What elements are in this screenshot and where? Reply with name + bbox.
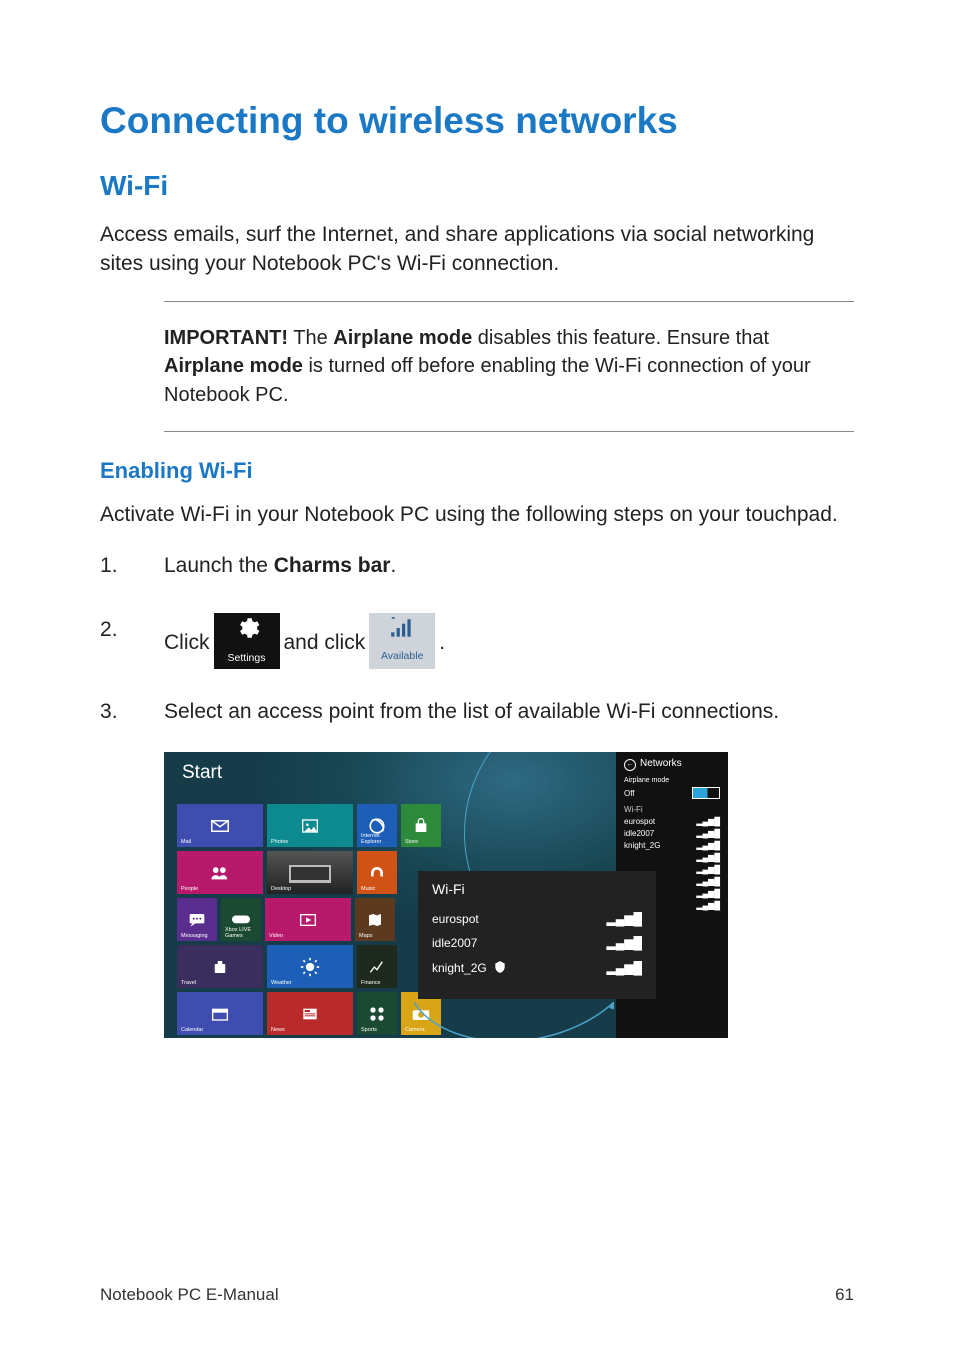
intro-paragraph: Access emails, surf the Internet, and sh… [100, 220, 854, 279]
tile-music[interactable]: Music [357, 851, 397, 894]
network-item[interactable]: eurospot▂▄▆█ [624, 817, 720, 826]
callout-leader [414, 1002, 614, 1038]
tile-photos[interactable]: Photos [267, 804, 353, 847]
tile-calendar[interactable]: Calendar [177, 992, 263, 1035]
signal-icon: ▂▄▆█ [696, 901, 720, 910]
important-bold-2: Airplane mode [164, 355, 303, 377]
step-1-bold: Charms bar [274, 554, 391, 577]
signal-icon: ▂▄▆█ [607, 912, 642, 926]
networks-panel-section: Wi-Fi [624, 805, 720, 814]
tile-sports[interactable]: Sports [357, 992, 397, 1035]
footer-doc-title: Notebook PC E-Manual [100, 1285, 279, 1305]
tile-messaging[interactable]: Messaging [177, 898, 217, 941]
signal-icon: ▂▄▆█ [696, 817, 720, 826]
wifi-network-item[interactable]: eurospot ▂▄▆█ [432, 907, 642, 931]
wifi-network-item[interactable]: knight_2G ▂▄▆█ [432, 955, 642, 980]
step-3: Select an access point from the list of … [100, 697, 854, 726]
wifi-network-item[interactable]: idle2007 ▂▄▆█ [432, 931, 642, 955]
section-title-enabling: Enabling Wi-Fi [100, 458, 854, 484]
secured-icon [493, 960, 507, 974]
step-1-pre: Launch the [164, 554, 274, 577]
signal-icon: ▂▄▆█ [607, 936, 642, 950]
airplane-mode-state: Off [624, 789, 635, 798]
tile-travel[interactable]: Travel [177, 945, 263, 988]
signal-icon: ▂▄▆█ [696, 853, 720, 862]
page-title: Connecting to wireless networks [100, 100, 854, 142]
settings-charm-button[interactable]: Settings [214, 613, 280, 669]
step-2-mid: and click [284, 628, 366, 657]
tile-games[interactable]: Xbox LIVE Games [221, 898, 261, 941]
svg-text:*: * [391, 617, 396, 626]
tile-video[interactable]: Video [265, 898, 351, 941]
settings-charm-label: Settings [228, 651, 266, 666]
signal-icon: ▂▄▆█ [696, 865, 720, 874]
tile-maps[interactable]: Maps [355, 898, 395, 941]
signal-icon: ▂▄▆█ [607, 961, 642, 975]
networks-panel-title: Networks [624, 758, 720, 771]
signal-icon: ▂▄▆█ [696, 877, 720, 886]
tile-people[interactable]: People [177, 851, 263, 894]
tile-ie[interactable]: Internet Explorer [357, 804, 397, 847]
network-item[interactable]: knight_2G▂▄▆█ [624, 841, 720, 850]
wifi-popup-title: Wi-Fi [432, 881, 642, 897]
start-screen-screenshot: Start Mail Photos Internet Explorer Stor… [164, 752, 728, 1038]
tile-desktop[interactable]: Desktop [267, 851, 353, 894]
enabling-intro: Activate Wi-Fi in your Notebook PC using… [100, 500, 854, 529]
important-label: IMPORTANT! [164, 327, 288, 349]
tile-weather[interactable]: Weather [267, 945, 353, 988]
footer-page-number: 61 [835, 1285, 854, 1305]
start-screen-title: Start [182, 762, 222, 784]
gear-icon [234, 615, 260, 649]
important-bold-1: Airplane mode [333, 327, 472, 349]
airplane-mode-label: Airplane mode [624, 777, 720, 784]
tile-grid: Mail Photos Internet Explorer Store Peop… [175, 802, 443, 1037]
step-2: Click Settings and click [100, 615, 854, 671]
step-1-post: . [390, 554, 396, 577]
signal-icon: ▂▄▆█ [696, 829, 720, 838]
tile-finance[interactable]: Finance [357, 945, 397, 988]
step-2-post: . [439, 628, 445, 657]
important-text-2: disables this feature. Ensure that [472, 327, 769, 349]
tile-news[interactable]: News [267, 992, 353, 1035]
tile-mail[interactable]: Mail [177, 804, 263, 847]
tile-store[interactable]: Store [401, 804, 441, 847]
important-text-1: The [288, 327, 333, 349]
signal-icon: ▂▄▆█ [696, 889, 720, 898]
airplane-mode-toggle[interactable] [692, 787, 720, 799]
section-title-wifi: Wi-Fi [100, 170, 854, 202]
network-item[interactable]: ▂▄▆█ [624, 853, 720, 862]
step-2-pre: Click [164, 628, 210, 657]
step-1: Launch the Charms bar. [100, 551, 854, 580]
network-item[interactable]: idle2007▂▄▆█ [624, 829, 720, 838]
wifi-signal-icon: * [389, 617, 415, 647]
available-networks-button[interactable]: * Available [369, 613, 435, 669]
signal-icon: ▂▄▆█ [696, 841, 720, 850]
wifi-popup[interactable]: Wi-Fi eurospot ▂▄▆█ idle2007 ▂▄▆█ knight… [418, 871, 656, 999]
important-note: IMPORTANT! The Airplane mode disables th… [164, 301, 854, 432]
available-networks-label: Available [381, 649, 423, 664]
